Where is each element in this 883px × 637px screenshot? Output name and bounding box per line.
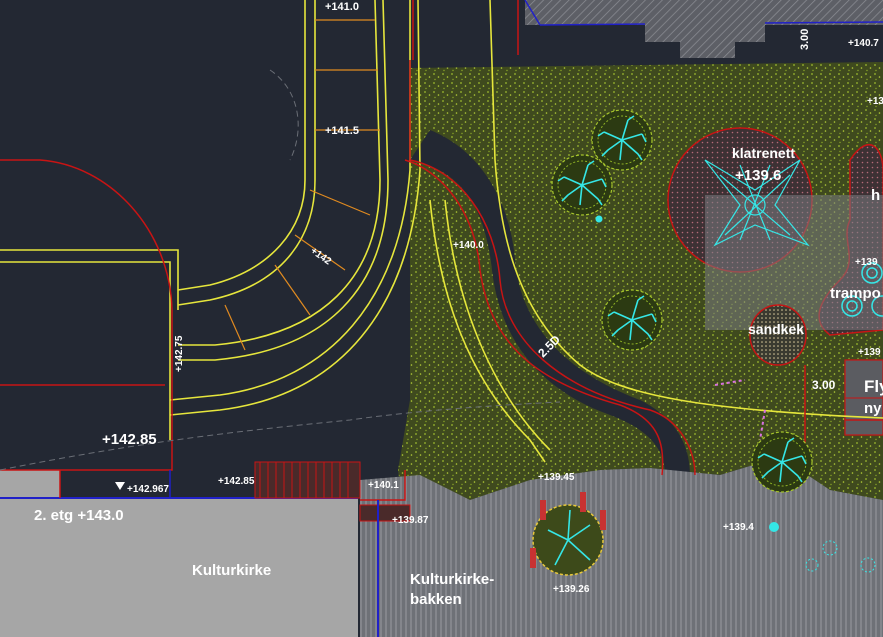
elevation-142-85-small: +142.85 [218, 476, 255, 487]
plaza-label-line2: bakken [410, 591, 462, 608]
elevation-142-85-large: +142.85 [102, 431, 157, 448]
tree-symbol-icon [551, 154, 613, 216]
elevation-139-45: +139.45 [538, 472, 575, 483]
dimension-3-00-right: 3.00 [812, 378, 836, 392]
plaza-label-line1: Kulturkirke- [410, 571, 494, 588]
elevation-139-87: +139.87 [392, 515, 429, 526]
sandbox-label: sandkek [748, 321, 804, 337]
elevation-141-0: +141.0 [325, 1, 359, 13]
floor-label: 2. etg +143.0 [34, 507, 124, 524]
elevation-142-75: +142.75 [174, 335, 185, 372]
elevation-142-967: +142.967 [127, 484, 169, 495]
elevation-top-right: +13 [867, 96, 883, 107]
drain-icon [595, 215, 603, 223]
elevation-139-4: +139.4 [723, 522, 754, 533]
drain-icon [769, 522, 779, 532]
elevation-139-26: +139.26 [553, 584, 590, 595]
climbing-net-label: klatrenett [732, 145, 795, 161]
elevation-right-2: +139 [858, 347, 881, 358]
elevation-141-5: +141.5 [325, 125, 359, 137]
tree-symbol-icon [751, 431, 813, 493]
elevation-139-6: +139.6 [735, 167, 781, 184]
cad-site-plan: +141.0 +141.5 +142 +142.75 +142.85 +142.… [0, 0, 883, 637]
building-label: Kulturkirke [192, 562, 271, 579]
ny-label: ny [864, 400, 882, 417]
elevation-140-0: +140.0 [453, 240, 484, 251]
dimension-3-00-top: 3.00 [799, 29, 811, 50]
elevation-140-1: +140.1 [368, 480, 399, 491]
tree-symbol-icon [591, 109, 653, 171]
trampoline-label: trampo [830, 285, 881, 302]
plan-canvas: +141.0 +141.5 +142 +142.75 +142.85 +142.… [0, 0, 883, 637]
paved-plaza [360, 460, 883, 637]
tree-symbol-icon [601, 289, 663, 351]
elevation-right-1: +139 [855, 257, 878, 268]
hut-label: h [871, 187, 880, 204]
elevation-140-7: +140.7 [848, 38, 879, 49]
fly-label: Fly [864, 377, 883, 396]
